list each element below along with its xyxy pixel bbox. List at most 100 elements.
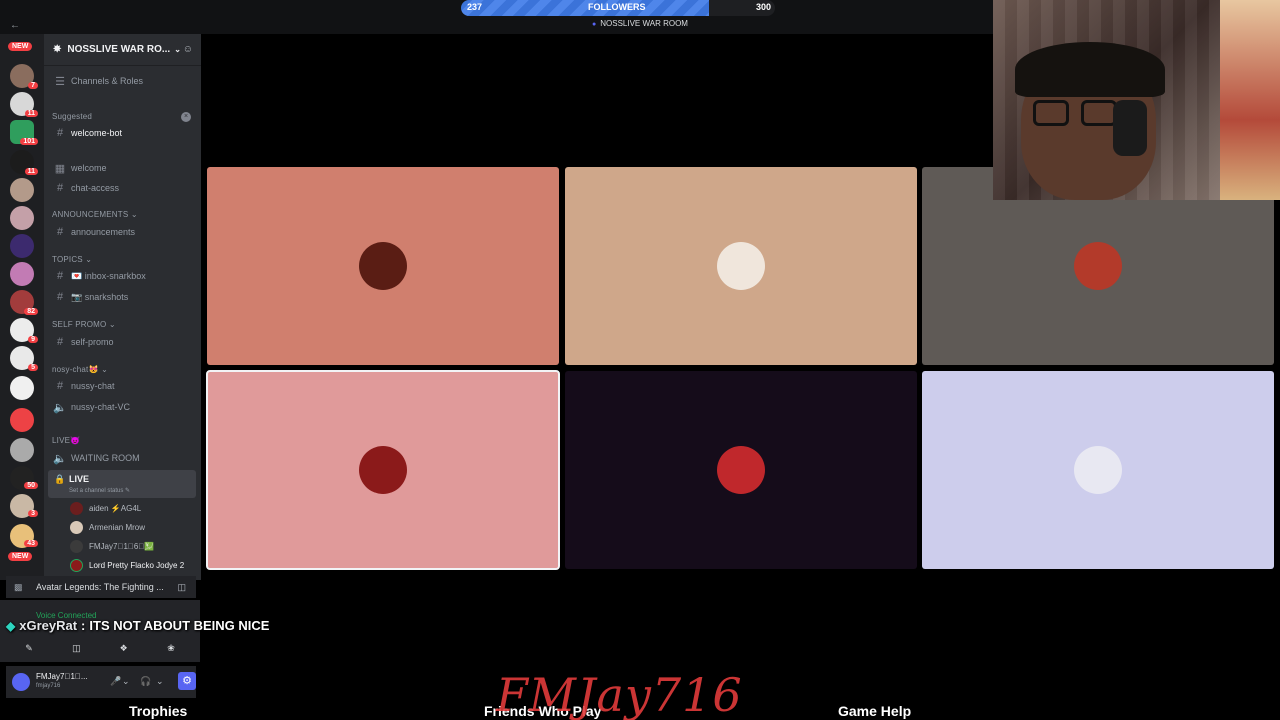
headset <box>1113 100 1147 156</box>
channel-self-promo[interactable]: # self-promo <box>50 333 196 351</box>
voice-user-name: Armenian Mrow <box>89 522 146 532</box>
glasses-left <box>1033 100 1069 126</box>
chevron-down-icon: ⌄ <box>174 45 181 54</box>
channel-live-voice[interactable]: 🔒 LIVE Set a channel status ✎ <box>48 470 196 498</box>
channel-label: welcome-bot <box>71 128 123 138</box>
participant-tile[interactable] <box>565 167 917 365</box>
server-icon[interactable] <box>10 438 34 462</box>
activities-icon[interactable]: ❖ <box>105 640 143 656</box>
server-icon[interactable] <box>10 376 34 400</box>
avatar <box>70 558 83 572</box>
suggested-header: Suggested <box>52 112 93 121</box>
participant-tile[interactable] <box>207 167 559 365</box>
gear-icon[interactable]: ⚙ <box>178 672 196 690</box>
user-tag: fmjay716 <box>36 683 61 689</box>
speaker-icon: 🔈 <box>53 452 67 465</box>
avatar <box>1074 242 1122 290</box>
category-self-promo[interactable]: SELF PROMO ⌄ <box>52 320 116 329</box>
channel-chat-access[interactable]: # chat-access <box>50 179 196 197</box>
room-title: NOSSLIVE WAR ROOM <box>592 19 688 28</box>
voice-user[interactable]: aiden ⚡AG4L <box>70 500 141 516</box>
activity-status[interactable]: ▩ Avatar Legends: The Fighting ... ◫ <box>6 576 196 598</box>
category-topics[interactable]: TOPICS ⌄ <box>52 255 92 264</box>
category-label: TOPICS <box>52 255 83 264</box>
channels-roles-link[interactable]: ☰ Channels & Roles <box>50 72 196 90</box>
voice-user[interactable]: Lord Pretty Flacko Jodye 2 <box>70 557 184 573</box>
channel-status[interactable]: Set a channel status ✎ <box>69 487 130 494</box>
server-icon[interactable] <box>10 206 34 230</box>
soundboard-icon[interactable]: ❀ <box>152 640 190 656</box>
server-verified-icon: ✸ <box>53 44 62 55</box>
channel-nussy-chat[interactable]: # nussy-chat <box>50 377 196 395</box>
avatar <box>70 501 83 515</box>
avatar <box>717 242 765 290</box>
mention-badge: 9 <box>28 336 38 343</box>
mention-badge: 5 <box>28 364 38 371</box>
screen-share-icon[interactable]: ◫ <box>177 582 186 593</box>
speaker-icon: 🔈 <box>53 401 67 414</box>
server-header[interactable]: ✸ NOSSLIVE WAR RO... ⌄ ☺ <box>44 34 201 66</box>
server-icon[interactable] <box>10 234 34 258</box>
avatar <box>359 242 407 290</box>
mention-badge: 11 <box>24 110 38 117</box>
channel-label: LIVE <box>69 474 90 484</box>
lock-icon: 🔒 <box>54 474 66 484</box>
server-icon[interactable] <box>10 262 34 286</box>
avatar <box>717 446 765 494</box>
voice-user[interactable]: Armenian Mrow <box>70 519 145 535</box>
mention-badge: 82 <box>24 308 38 315</box>
back-arrow-icon[interactable]: ← <box>10 20 20 31</box>
channel-waiting-room[interactable]: 🔈 WAITING ROOM <box>50 449 196 467</box>
list-icon: ☰ <box>55 75 65 88</box>
channel-label: announcements <box>71 227 136 237</box>
category-live[interactable]: LIVE👿 <box>52 436 80 445</box>
microphone-icon[interactable]: 🎤 <box>110 676 121 687</box>
chat-separator: : <box>81 618 86 633</box>
headphones-icon[interactable]: 🎧 <box>140 676 151 687</box>
participant-tile[interactable] <box>922 371 1274 569</box>
channel-label: nussy-chat-VC <box>71 402 131 412</box>
channel-welcome[interactable]: ▦ welcome <box>50 159 196 177</box>
category-nosy-chat[interactable]: nosy-chat😻 ⌄ <box>52 365 108 374</box>
server-icon[interactable] <box>10 408 34 432</box>
hash-icon: # <box>56 226 64 238</box>
screen-share-button[interactable]: ◫ <box>57 640 95 656</box>
hash-icon: # <box>56 270 64 282</box>
invite-people-icon[interactable]: ☺ <box>183 44 193 55</box>
new-badge: NEW <box>8 552 33 561</box>
avatar[interactable] <box>12 673 30 691</box>
channel-announcements[interactable]: # announcements <box>50 223 196 241</box>
participant-tile-selected[interactable] <box>206 370 560 570</box>
hash-icon: # <box>56 336 64 348</box>
chat-badge-icon: ◆ <box>6 618 16 633</box>
mention-badge: 3 <box>28 510 38 517</box>
participant-tile[interactable] <box>565 371 917 569</box>
user-name: FMJay7⃣1⃣... <box>36 672 88 681</box>
voice-user-name: Lord Pretty Flacko Jodye 2 <box>89 560 185 570</box>
hash-icon: # <box>56 127 64 139</box>
server-rail: NEW 7 11 101 11 82 9 5 50 3 43 NEW <box>0 34 44 580</box>
voice-user[interactable]: FMJay7⃣1⃣6⃣💹 <box>70 538 154 554</box>
server-icon[interactable] <box>10 178 34 202</box>
chevron-down-icon[interactable]: ⌄ <box>156 676 164 687</box>
gamepad-icon: ▩ <box>14 581 23 592</box>
channels-roles-label: Channels & Roles <box>71 76 144 86</box>
follower-count: 237 <box>467 2 483 12</box>
game-help-label: Game Help <box>838 703 912 719</box>
hash-icon: # <box>56 380 64 392</box>
streamer-webcam <box>993 0 1280 200</box>
dismiss-icon[interactable]: × <box>181 112 191 122</box>
streamer-signature: FMJay716 <box>496 668 743 720</box>
channel-inbox-snarkbox[interactable]: # 💌 inbox-snarkbox <box>50 267 196 285</box>
channel-nussy-chat-vc[interactable]: 🔈 nussy-chat-VC <box>50 398 196 416</box>
camera-off-icon[interactable]: ✎ <box>10 640 48 656</box>
channel-welcome-bot[interactable]: # welcome-bot <box>50 124 196 142</box>
mention-badge: 7 <box>28 82 38 89</box>
rules-icon: ▦ <box>54 162 66 175</box>
chevron-down-icon[interactable]: ⌄ <box>122 676 130 687</box>
follower-goal-fill <box>461 0 710 16</box>
mention-badge: 50 <box>24 482 38 489</box>
chat-message: ITS NOT ABOUT BEING NICE <box>89 618 270 633</box>
channel-snarkshots[interactable]: # 📷 snarkshots <box>50 288 196 306</box>
category-announcements[interactable]: ANNOUNCEMENTS ⌄ <box>52 210 138 219</box>
